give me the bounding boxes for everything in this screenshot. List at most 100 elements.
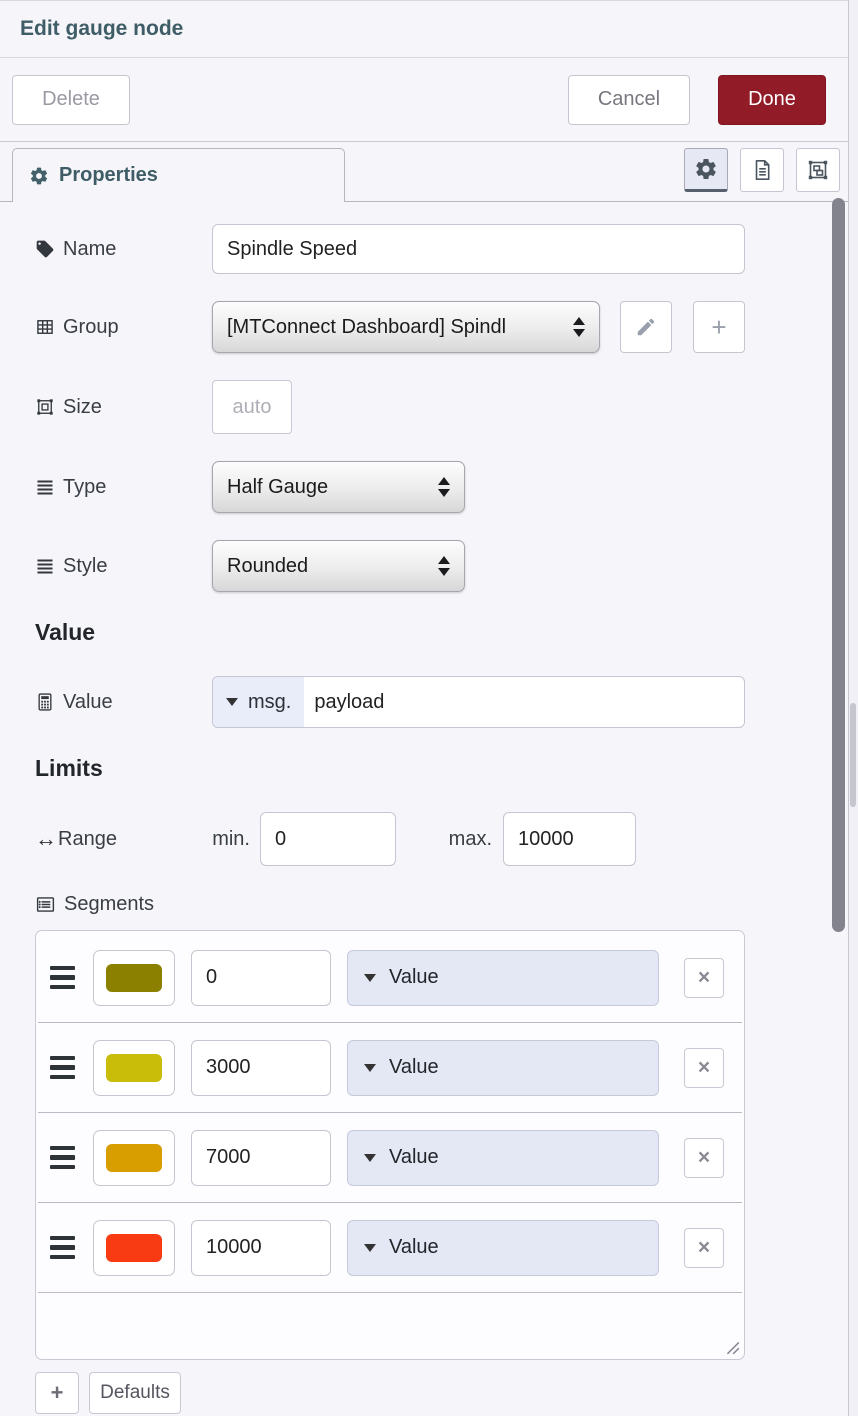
name-label-text: Name xyxy=(63,238,116,261)
size-label: Size xyxy=(35,396,212,419)
segment-color-button[interactable] xyxy=(93,950,175,1006)
document-icon xyxy=(750,158,774,182)
range-min-label: min. xyxy=(212,828,250,851)
group-select[interactable]: [MTConnect Dashboard] Spindl xyxy=(212,301,600,353)
select-stepper-icon xyxy=(438,477,450,497)
drag-handle-icon[interactable] xyxy=(50,966,75,990)
object-size-icon xyxy=(35,397,55,417)
value-input[interactable] xyxy=(304,677,744,727)
tab-properties-label: Properties xyxy=(59,164,158,187)
group-label-text: Group xyxy=(63,316,119,339)
segment-color-button[interactable] xyxy=(93,1040,175,1096)
tab-actions xyxy=(684,148,840,192)
style-select[interactable]: Rounded xyxy=(212,540,465,592)
segment-row: Value × xyxy=(36,1113,744,1202)
description-view-button[interactable] xyxy=(740,148,784,192)
appearance-view-button[interactable] xyxy=(796,148,840,192)
scrollbar-thumb[interactable] xyxy=(832,198,845,932)
segment-value-input[interactable] xyxy=(191,1220,331,1276)
remove-segment-button[interactable]: × xyxy=(684,958,724,998)
table-icon xyxy=(35,317,55,337)
cancel-button[interactable]: Cancel xyxy=(568,75,690,125)
remove-segment-button[interactable]: × xyxy=(684,1138,724,1178)
segments-label-text: Segments xyxy=(64,893,154,916)
edit-gauge-node-dialog: Edit gauge node Delete Cancel Done Prope… xyxy=(0,0,858,1416)
segment-color-button[interactable] xyxy=(93,1130,175,1186)
select-stepper-icon xyxy=(438,556,450,576)
add-group-button[interactable]: + xyxy=(693,301,745,353)
add-segment-button[interactable]: + xyxy=(35,1372,79,1414)
range-max-input[interactable] xyxy=(503,812,636,866)
done-button[interactable]: Done xyxy=(718,75,826,125)
drag-handle-icon[interactable] xyxy=(50,1146,75,1170)
size-label-text: Size xyxy=(63,396,102,419)
size-row: Size auto xyxy=(35,380,858,434)
arrows-h-icon: ↔ xyxy=(35,828,57,850)
defaults-button[interactable]: Defaults xyxy=(89,1372,181,1414)
tab-bar: Properties xyxy=(0,142,858,202)
tab-properties[interactable]: Properties xyxy=(12,148,345,202)
type-select[interactable]: Half Gauge xyxy=(212,461,465,513)
segment-type-select[interactable]: Value xyxy=(347,1220,659,1276)
delete-button[interactable]: Delete xyxy=(12,75,130,125)
segment-type-label: Value xyxy=(389,1146,439,1169)
segment-color-button[interactable] xyxy=(93,1220,175,1276)
segment-value-input[interactable] xyxy=(191,1130,331,1186)
segments-list: Value × Value × Value × xyxy=(35,930,745,1360)
segments-label: Segments xyxy=(35,893,858,916)
type-select-value: Half Gauge xyxy=(227,476,430,499)
type-label-text: Type xyxy=(63,476,106,499)
outer-scrollbar-thumb[interactable] xyxy=(850,703,856,807)
drag-handle-icon[interactable] xyxy=(50,1236,75,1260)
group-row: Group [MTConnect Dashboard] Spindl + xyxy=(35,301,858,353)
segment-color xyxy=(106,1144,162,1172)
list-alt-icon xyxy=(35,894,56,915)
remove-segment-button[interactable]: × xyxy=(684,1228,724,1268)
segment-row: Value × xyxy=(36,1203,744,1292)
properties-view-button[interactable] xyxy=(684,148,728,192)
dialog-title: Edit gauge node xyxy=(20,17,183,41)
value-prefix-label: msg. xyxy=(248,691,291,714)
caret-down-icon xyxy=(364,1064,376,1072)
object-group-icon xyxy=(806,158,830,182)
properties-form: Name Group [MTConnect Dashboard] Spindl … xyxy=(0,202,858,1414)
segment-color xyxy=(106,1234,162,1262)
segment-type-select[interactable]: Value xyxy=(347,950,659,1006)
type-label: Type xyxy=(35,476,212,499)
value-label-text: Value xyxy=(63,691,113,714)
range-label-text: Range xyxy=(58,828,117,851)
value-type-prefix[interactable]: msg. xyxy=(213,677,304,727)
pencil-icon xyxy=(635,316,657,338)
segments-actions: + Defaults xyxy=(35,1372,858,1414)
tag-icon xyxy=(35,239,55,259)
segment-type-select[interactable]: Value xyxy=(347,1040,659,1096)
list-icon xyxy=(35,556,55,576)
segment-color xyxy=(106,964,162,992)
value-typed-input: msg. xyxy=(212,676,745,728)
name-input[interactable] xyxy=(212,224,745,274)
resize-handle[interactable] xyxy=(724,1339,740,1355)
segment-value-input[interactable] xyxy=(191,950,331,1006)
gear-icon xyxy=(694,157,718,181)
limits-section-heading: Limits xyxy=(35,755,858,782)
range-label: ↔ Range xyxy=(35,828,212,851)
group-label: Group xyxy=(35,316,212,339)
caret-down-icon xyxy=(226,698,238,706)
edit-group-button[interactable] xyxy=(620,301,672,353)
list-icon xyxy=(35,477,55,497)
segment-type-select[interactable]: Value xyxy=(347,1130,659,1186)
caret-down-icon xyxy=(364,1154,376,1162)
range-row: ↔ Range min. max. xyxy=(35,812,858,866)
range-max-label: max. xyxy=(440,828,492,851)
segment-value-input[interactable] xyxy=(191,1040,331,1096)
range-min-input[interactable] xyxy=(260,812,396,866)
segment-row: Value × xyxy=(36,933,744,1022)
style-select-value: Rounded xyxy=(227,555,430,578)
segment-type-label: Value xyxy=(389,966,439,989)
remove-segment-button[interactable]: × xyxy=(684,1048,724,1088)
segment-color xyxy=(106,1054,162,1082)
drag-handle-icon[interactable] xyxy=(50,1056,75,1080)
style-row: Style Rounded xyxy=(35,540,858,592)
type-row: Type Half Gauge xyxy=(35,461,858,513)
size-auto-button[interactable]: auto xyxy=(212,380,292,434)
